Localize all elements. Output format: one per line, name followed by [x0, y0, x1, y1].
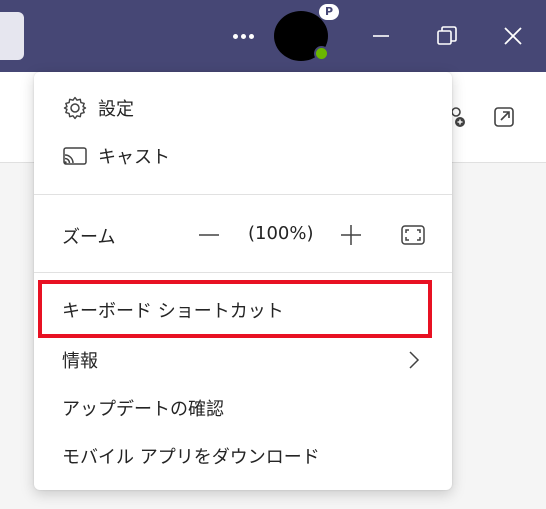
- menu-item-label: モバイル アプリをダウンロード: [62, 447, 320, 468]
- gear-icon: [62, 95, 88, 121]
- menu-item-label: 設定: [98, 99, 134, 120]
- zoom-out-button[interactable]: [194, 221, 224, 249]
- more-dot: [232, 33, 238, 39]
- full-screen-icon: [401, 225, 425, 245]
- full-screen-button[interactable]: [398, 221, 428, 249]
- title-bar: P: [0, 0, 546, 72]
- zoom-label: ズーム: [62, 227, 116, 248]
- zoom-in-button[interactable]: [336, 221, 366, 249]
- minimize-button[interactable]: [364, 18, 398, 54]
- more-dot: [248, 33, 254, 39]
- menu-item-settings[interactable]: 設定: [34, 86, 452, 130]
- restore-icon: [437, 26, 457, 45]
- menu-item-label: アップデートの確認: [62, 399, 224, 420]
- close-button[interactable]: [496, 18, 530, 54]
- chevron-right-icon: [409, 351, 420, 369]
- minimize-icon: [373, 35, 389, 37]
- close-icon: [504, 27, 522, 45]
- pop-out-button[interactable]: [492, 105, 516, 129]
- settings-menu: 設定 キャスト ズーム (100%) キーボード ショートカット 情報 アップデ…: [34, 72, 452, 490]
- menu-item-cast[interactable]: キャスト: [34, 134, 452, 178]
- status-badge: P: [319, 4, 339, 20]
- cast-icon: [62, 143, 88, 169]
- zoom-control: ズーム (100%): [34, 213, 452, 257]
- more-dot: [240, 33, 246, 39]
- search-input[interactable]: [0, 12, 24, 60]
- menu-divider: [34, 194, 452, 195]
- menu-item-label: 情報: [62, 351, 98, 372]
- zoom-level: (100%): [248, 223, 314, 244]
- highlight-box: [38, 280, 432, 338]
- menu-item-check-updates[interactable]: アップデートの確認: [34, 386, 452, 430]
- menu-item-download-mobile-app[interactable]: モバイル アプリをダウンロード: [34, 434, 452, 478]
- menu-item-about[interactable]: 情報: [34, 338, 452, 382]
- more-options-button[interactable]: [226, 22, 260, 50]
- restore-button[interactable]: [430, 18, 464, 54]
- minus-icon: [199, 234, 219, 236]
- menu-item-label: キャスト: [98, 147, 170, 168]
- presence-available-icon: [314, 46, 329, 61]
- pop-out-icon: [494, 107, 514, 127]
- plus-icon: [341, 225, 361, 245]
- menu-divider: [34, 272, 452, 273]
